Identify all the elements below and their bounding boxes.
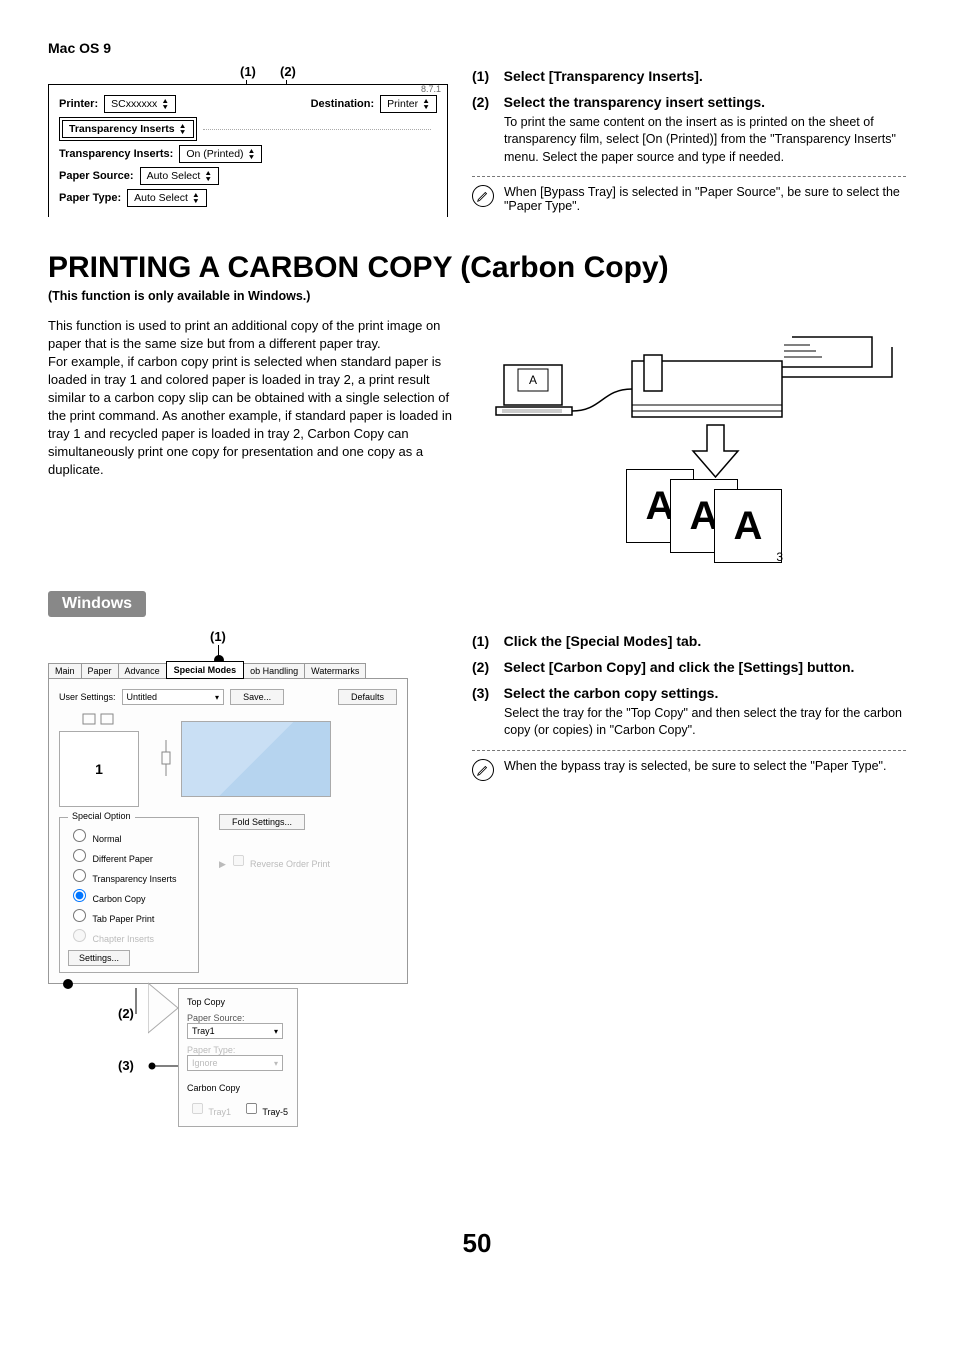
mac-callout-2: (2) (280, 64, 296, 79)
output-stack: A1 A2 A3 (638, 469, 770, 543)
page-title: PRINTING A CARBON COPY (Carbon Copy) (48, 251, 906, 285)
step-2-number: (2) (472, 94, 489, 110)
reverse-icon: ▶ (219, 859, 226, 869)
tray5-checkbox[interactable] (246, 1103, 257, 1114)
svg-text:A: A (529, 373, 537, 387)
reverse-checkbox (233, 855, 244, 866)
step-2-title: Select the transparency insert settings. (504, 94, 765, 110)
radio-transparency[interactable]: Transparency Inserts (68, 866, 190, 884)
printer-select[interactable]: SCxxxxxx ▲▼ (104, 95, 176, 113)
note-text: When [Bypass Tray] is selected in "Paper… (504, 185, 906, 213)
defaults-button[interactable]: Defaults (338, 689, 397, 705)
chevron-down-icon: ▾ (274, 1059, 278, 1068)
user-settings-combo[interactable]: Untitled ▾ (122, 689, 225, 705)
step-1-title: Select [Transparency Inserts]. (504, 68, 703, 84)
pencil-icon (472, 759, 494, 781)
settings-button[interactable]: Settings... (68, 950, 130, 966)
select-arrows-icon: ▲▼ (204, 170, 212, 182)
mac-version-mark: 8.7.1 (421, 84, 441, 94)
win-callout-2: (2) (118, 1006, 134, 1021)
printer-label: Printer: (59, 98, 98, 110)
chevron-down-icon: ▾ (274, 1027, 278, 1036)
select-arrows-icon: ▲▼ (248, 148, 256, 160)
output-preview (181, 721, 331, 797)
special-option-group: Special Option Normal Different Paper Tr… (59, 817, 199, 973)
source-select[interactable]: Auto Select ▲▼ (140, 167, 220, 185)
carbon-copy-description: This function is used to print an additi… (48, 317, 468, 478)
win-step-3-number: (3) (472, 685, 489, 701)
dashed-separator (472, 176, 906, 177)
fold-settings-button[interactable]: Fold Settings... (219, 814, 305, 830)
win-step-1-number: (1) (472, 633, 489, 649)
radio-normal[interactable]: Normal (68, 826, 190, 844)
tab-watermarks[interactable]: Watermarks (304, 663, 366, 678)
chevron-down-icon: ▾ (215, 693, 219, 702)
step-1-number: (1) (472, 68, 489, 84)
availability-note: (This function is only available in Wind… (48, 289, 906, 303)
reverse-label: Reverse Order Print (250, 859, 330, 869)
select-arrows-icon: ▲▼ (179, 123, 187, 135)
tray1-checkbox (192, 1103, 203, 1114)
user-settings-label: User Settings: (59, 692, 116, 702)
page-preview: 1 (59, 731, 139, 807)
paper-source-combo[interactable]: Tray1 ▾ (187, 1023, 283, 1039)
win-callout-3: (3) (118, 1058, 134, 1073)
save-button[interactable]: Save... (230, 689, 284, 705)
destination-label: Destination: (311, 98, 375, 110)
paper-type-label: Paper Type: (187, 1045, 289, 1055)
panel-menu-select[interactable]: Transparency Inserts ▲▼ (62, 120, 194, 138)
select-arrows-icon: ▲▼ (192, 192, 200, 204)
type-select[interactable]: Auto Select ▲▼ (127, 189, 207, 207)
page-number: 50 (48, 1228, 906, 1259)
source-label: Paper Source: (59, 170, 134, 182)
tab-job-handling[interactable]: ob Handling (243, 663, 305, 678)
paper-source-label: Paper Source: (187, 1013, 289, 1023)
panel-menu-select-container: Transparency Inserts ▲▼ (59, 117, 197, 141)
mac-os-heading: Mac OS 9 (48, 40, 906, 56)
windows-heading: Windows (48, 591, 146, 617)
printer-driver-panel: Main Paper Advance Special Modes ob Hand… (48, 657, 408, 984)
mac-print-panel: 8.7.1 Printer: SCxxxxxx ▲▼ Destination: … (48, 84, 448, 217)
tab-main[interactable]: Main (48, 663, 82, 678)
preview-icons (82, 711, 116, 727)
inserts-select[interactable]: On (Printed) ▲▼ (179, 145, 262, 163)
win-step-3-title: Select the carbon copy settings. (504, 685, 719, 701)
radio-carbon-copy[interactable]: Carbon Copy (68, 886, 190, 904)
pencil-icon (472, 185, 494, 207)
mac-callout-1: (1) (240, 64, 256, 79)
dashed-separator (472, 750, 906, 751)
dotted-line (203, 129, 431, 130)
tabs: Main Paper Advance Special Modes ob Hand… (48, 657, 408, 679)
win-callout-1: (1) (210, 629, 226, 644)
tab-advanced[interactable]: Advance (118, 663, 167, 678)
win-step-2-number: (2) (472, 659, 489, 675)
carbon-copy-group-label: Carbon Copy (187, 1083, 289, 1093)
link-icon (159, 738, 173, 781)
select-arrows-icon: ▲▼ (161, 98, 169, 110)
note-row: When [Bypass Tray] is selected in "Paper… (472, 185, 906, 213)
step-2-body: To print the same content on the insert … (472, 114, 906, 166)
win-step-3-body: Select the tray for the "Top Copy" and t… (472, 705, 906, 740)
win-note-text: When the bypass tray is selected, be sur… (504, 759, 886, 773)
tab-special-modes[interactable]: Special Modes (166, 661, 245, 679)
carbon-copy-diagram: A A1 A2 A3 (492, 317, 922, 565)
group-title: Special Option (68, 811, 135, 821)
type-label: Paper Type: (59, 192, 121, 204)
paper-type-combo: Ignore ▾ (187, 1055, 283, 1071)
radio-different-paper[interactable]: Different Paper (68, 846, 190, 864)
top-copy-label: Top Copy (187, 997, 289, 1007)
radio-tab-paper[interactable]: Tab Paper Print (68, 906, 190, 924)
win-note-row: When the bypass tray is selected, be sur… (472, 759, 906, 781)
win-step-1-title: Click the [Special Modes] tab. (504, 633, 702, 649)
win-step-2-title: Select [Carbon Copy] and click the [Sett… (504, 659, 855, 675)
destination-select[interactable]: Printer ▲▼ (380, 95, 437, 113)
carbon-copy-settings-popup: Top Copy Paper Source: Tray1 ▾ Paper Typ… (178, 988, 298, 1127)
radio-chapter[interactable]: Chapter Inserts (68, 926, 190, 944)
tab-paper[interactable]: Paper (81, 663, 119, 678)
inserts-label: Transparency Inserts: (59, 148, 173, 160)
select-arrows-icon: ▲▼ (422, 98, 430, 110)
